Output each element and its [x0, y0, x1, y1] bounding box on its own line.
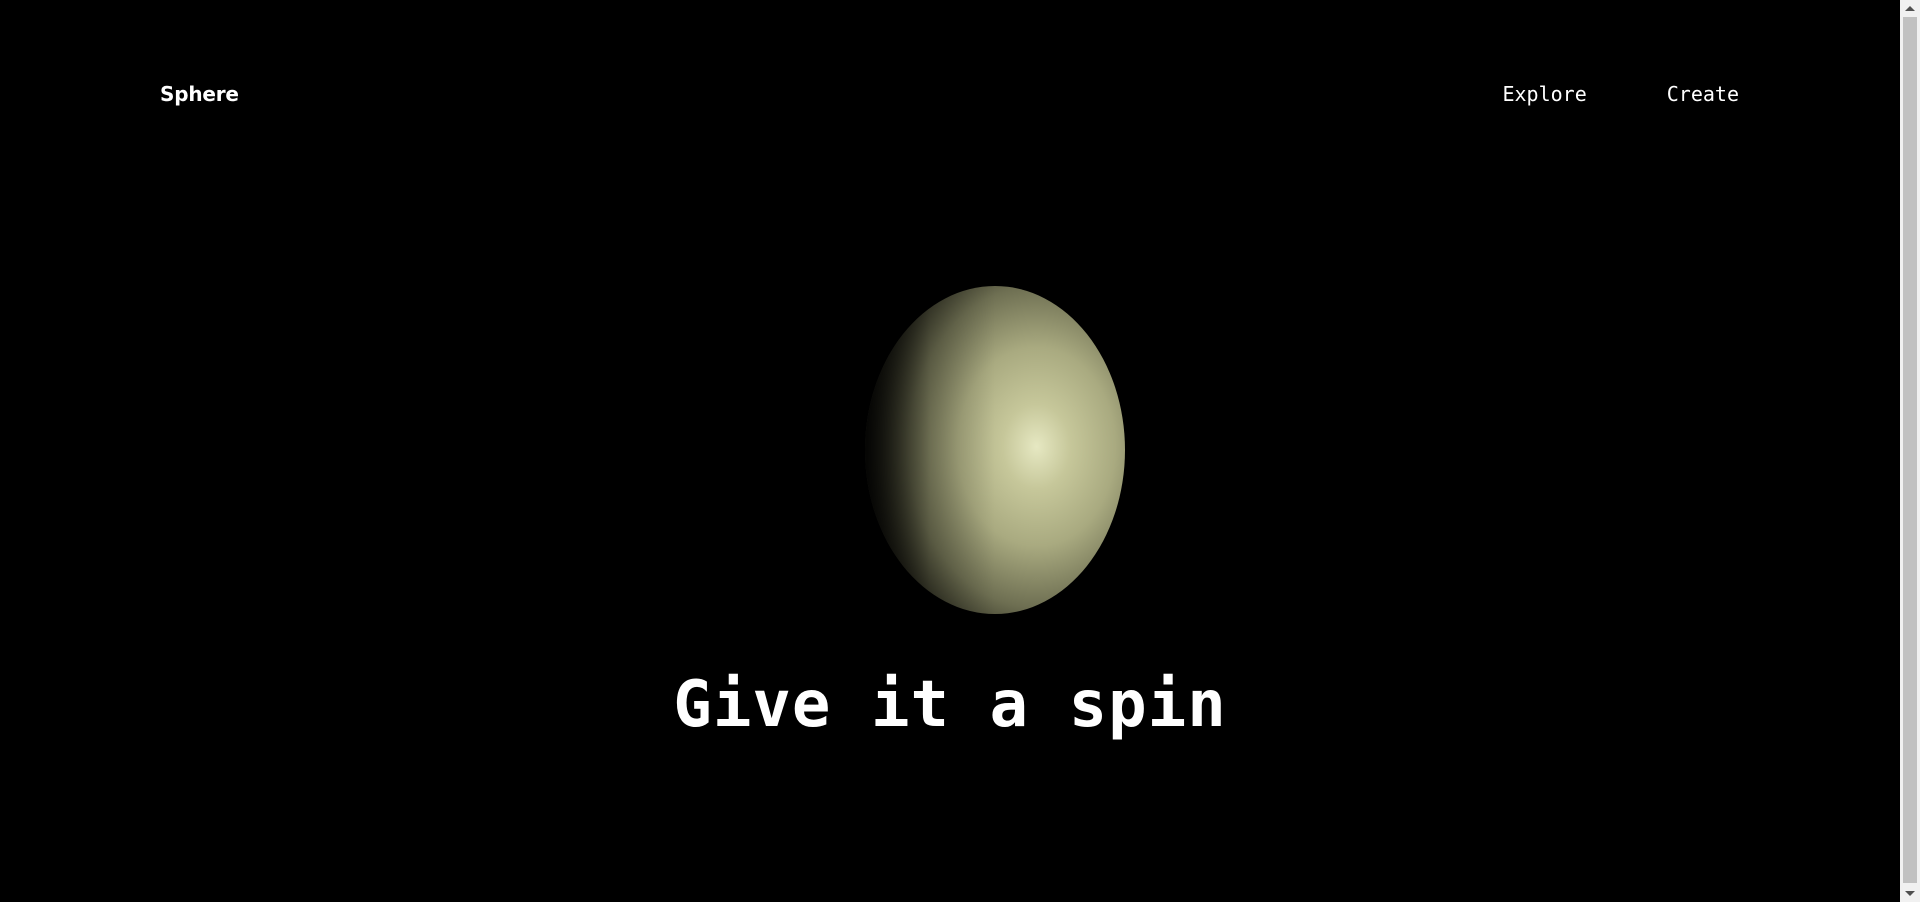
nav-links: Explore Create — [1502, 80, 1739, 108]
scrollbar-thumb[interactable] — [1903, 17, 1917, 883]
vertical-scrollbar[interactable] — [1900, 0, 1920, 902]
scroll-down-button[interactable] — [1900, 885, 1920, 902]
sphere-canvas[interactable] — [850, 285, 1130, 615]
nav-link-explore[interactable]: Explore — [1502, 80, 1586, 108]
sphere-shadow — [865, 286, 1125, 614]
page: Sphere Explore Create Give it a spin — [0, 0, 1900, 902]
chevron-up-icon — [1905, 6, 1915, 11]
chevron-down-icon — [1905, 891, 1915, 896]
hero-headline: Give it a spin — [673, 667, 1227, 742]
top-navigation: Sphere Explore Create — [0, 0, 1900, 190]
scroll-up-button[interactable] — [1900, 0, 1920, 17]
logo-link[interactable]: Sphere — [160, 80, 239, 108]
sphere-illustration — [865, 286, 1125, 614]
nav-link-create[interactable]: Create — [1667, 80, 1739, 108]
